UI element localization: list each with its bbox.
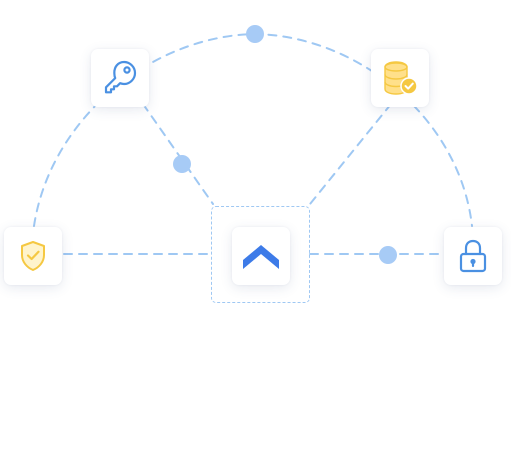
shield-check-icon: [21, 241, 45, 271]
connector-dot-hub-lock: [379, 246, 397, 264]
key-icon: [104, 60, 137, 94]
chevron-up-logo-icon: [243, 245, 279, 269]
hub-node[interactable]: [232, 227, 290, 285]
connector-dot-top: [246, 25, 264, 43]
lock-node[interactable]: [444, 227, 502, 285]
database-to-hub-connector: [309, 103, 392, 205]
connector-dot-key-hub: [173, 155, 191, 173]
database-check-icon: [384, 61, 418, 95]
security-network-diagram: [0, 0, 511, 462]
database-node[interactable]: [371, 49, 429, 107]
padlock-icon: [459, 239, 487, 273]
shield-node[interactable]: [4, 227, 62, 285]
key-node[interactable]: [91, 49, 149, 107]
key-to-hub-connector: [142, 103, 214, 205]
